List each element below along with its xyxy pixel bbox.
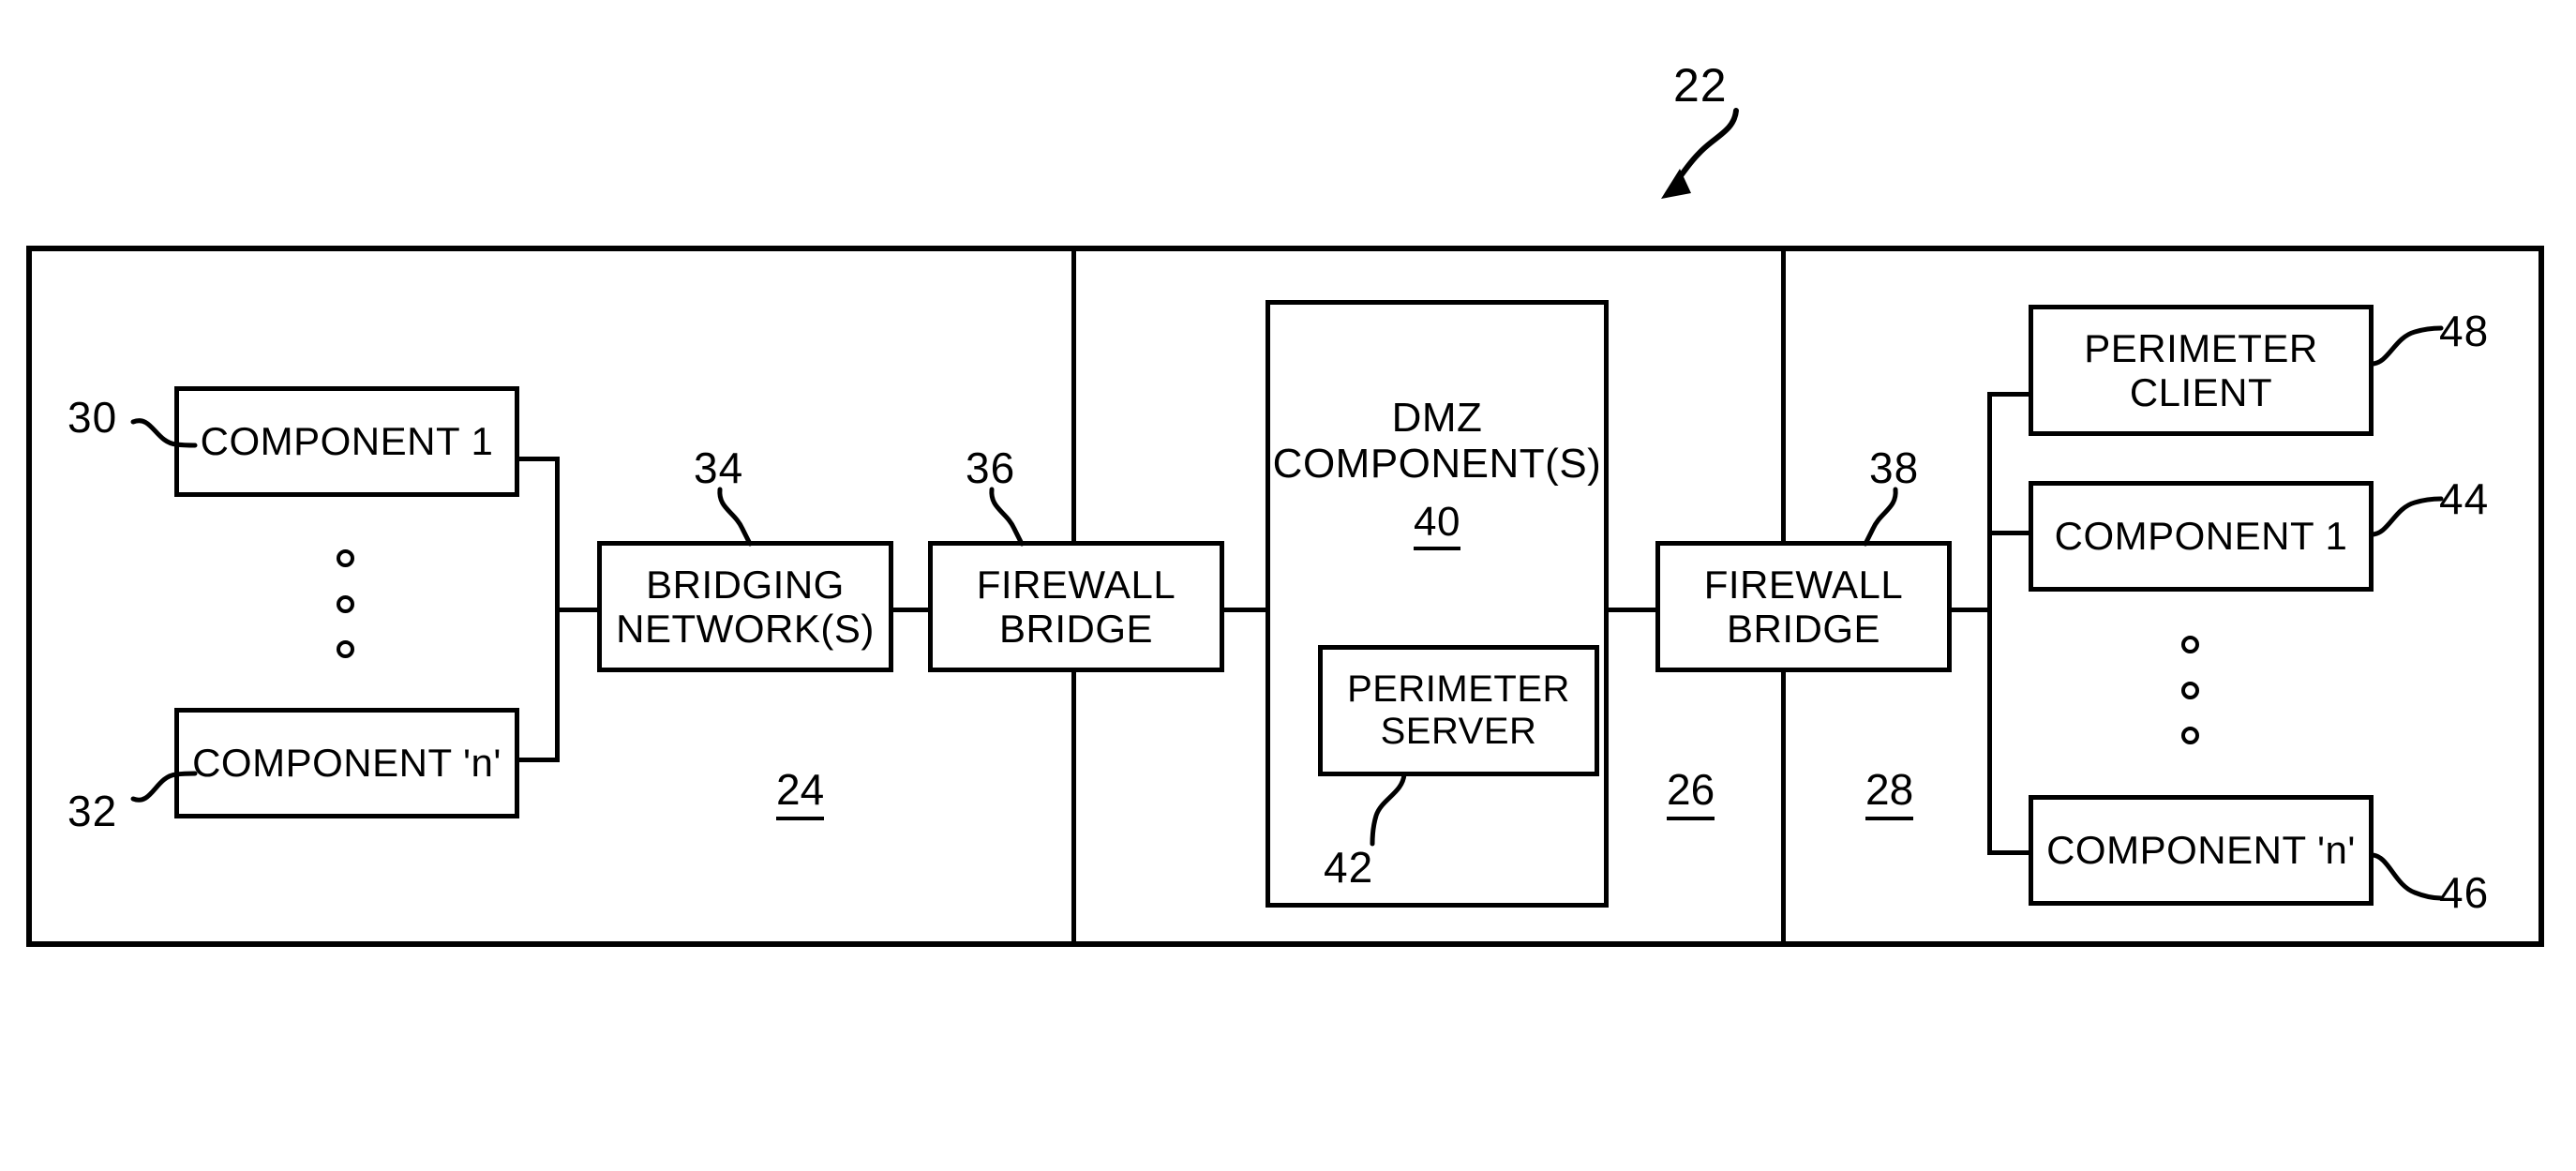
box-dmz-components-line-1: COMPONENT(S) — [1272, 441, 1602, 488]
ref-34: 34 — [694, 443, 744, 492]
box-perimeter-server[interactable]: PERIMETER SERVER — [1318, 645, 1599, 776]
box-component-n-left[interactable]: COMPONENT 'n' — [174, 708, 519, 818]
ellipsis-dot-icon — [336, 549, 354, 567]
ellipsis-dot-icon — [336, 594, 354, 613]
box-dmz-components[interactable]: DMZ COMPONENT(S) 40 — [1266, 300, 1609, 908]
box-bridging-networks-line-1: NETWORK(S) — [616, 607, 875, 651]
ref-38: 38 — [1869, 443, 1920, 492]
ellipsis-dot-icon — [2180, 681, 2199, 699]
wire-component-1-left-to-bus — [517, 457, 560, 461]
box-component-1-right-line-0: COMPONENT 1 — [2054, 514, 2348, 559]
ref-36: 36 — [966, 443, 1016, 492]
leader-line-36-icon — [989, 487, 1025, 547]
ellipsis-dot-icon — [2180, 636, 2199, 653]
zone-ref-26: 26 — [1667, 764, 1715, 820]
box-bridging-networks[interactable]: BRIDGING NETWORK(S) — [597, 541, 893, 672]
wire-bus-right-to-perimeter-client — [1987, 392, 2032, 397]
box-dmz-components-line-0: DMZ — [1391, 395, 1483, 441]
ref-30: 30 — [67, 393, 118, 442]
figure-ref-22-arrow-icon — [1661, 108, 1739, 199]
ellipsis-left-components — [336, 549, 354, 658]
wire-dmz-to-firewall-2 — [1606, 608, 1660, 612]
ellipsis-dot-icon — [336, 640, 354, 658]
box-perimeter-client[interactable]: PERIMETER CLIENT — [2029, 305, 2374, 436]
leader-line-32-icon — [130, 771, 198, 803]
box-component-n-right[interactable]: COMPONENT 'n' — [2029, 795, 2374, 906]
box-perimeter-client-line-1: CLIENT — [2129, 370, 2273, 414]
ref-40: 40 — [1414, 499, 1460, 550]
ref-48: 48 — [2439, 307, 2490, 355]
zone-ref-28-value: 28 — [1865, 765, 1914, 820]
ref-42: 42 — [1324, 843, 1374, 892]
wire-bus-left-to-bridging-network — [555, 608, 602, 612]
box-perimeter-client-line-0: PERIMETER — [2084, 325, 2318, 370]
leader-line-48-icon — [2369, 325, 2444, 367]
box-firewall-bridge-2-line-1: BRIDGE — [1726, 607, 1881, 651]
leader-line-38-icon — [1863, 487, 1898, 547]
zone-ref-24-value: 24 — [776, 765, 825, 820]
zone-ref-26-value: 26 — [1667, 765, 1715, 820]
wire-component-n-left-to-bus — [517, 758, 560, 762]
leader-line-44-icon — [2369, 496, 2444, 537]
leader-line-42-icon — [1370, 772, 1407, 847]
leader-line-30-icon — [130, 418, 198, 448]
ref-44: 44 — [2439, 474, 2490, 523]
box-perimeter-server-line-0: PERIMETER — [1347, 668, 1570, 711]
box-component-n-right-line-0: COMPONENT 'n' — [2046, 828, 2356, 873]
wire-bus-right-to-component-n — [1987, 850, 2032, 855]
leader-line-46-icon — [2369, 852, 2444, 901]
wire-firewall-2-to-bus-right — [1949, 608, 1992, 612]
zone-ref-24: 24 — [776, 764, 825, 820]
patent-figure-canvas: 22 COMPONENT 1 30 COMPONENT 'n' 32 BRIDG… — [0, 0, 2576, 1171]
bus-right-vertical — [1987, 392, 1992, 855]
box-component-n-left-line-0: COMPONENT 'n' — [192, 741, 502, 786]
box-component-1-right[interactable]: COMPONENT 1 — [2029, 481, 2374, 592]
box-component-1-left[interactable]: COMPONENT 1 — [174, 386, 519, 497]
ellipsis-dot-icon — [2180, 727, 2199, 744]
box-firewall-bridge-2-line-0: FIREWALL — [1703, 562, 1904, 607]
zone-ref-28: 28 — [1865, 764, 1914, 820]
box-firewall-bridge-1[interactable]: FIREWALL BRIDGE — [928, 541, 1224, 672]
figure-ref-22: 22 — [1673, 59, 1728, 112]
ellipsis-right-components — [2180, 636, 2199, 744]
box-firewall-bridge-1-line-1: BRIDGE — [998, 607, 1154, 651]
leader-line-34-icon — [717, 487, 753, 547]
wire-bus-right-to-component-1 — [1987, 531, 2032, 535]
wire-firewall-1-to-dmz — [1221, 608, 1268, 612]
box-perimeter-server-line-1: SERVER — [1380, 711, 1537, 752]
ref-32: 32 — [67, 787, 118, 835]
box-component-1-left-line-0: COMPONENT 1 — [200, 419, 494, 464]
box-bridging-networks-line-0: BRIDGING — [646, 562, 845, 607]
box-firewall-bridge-2[interactable]: FIREWALL BRIDGE — [1655, 541, 1952, 672]
box-firewall-bridge-1-line-0: FIREWALL — [976, 562, 1176, 607]
ref-46: 46 — [2439, 868, 2490, 917]
